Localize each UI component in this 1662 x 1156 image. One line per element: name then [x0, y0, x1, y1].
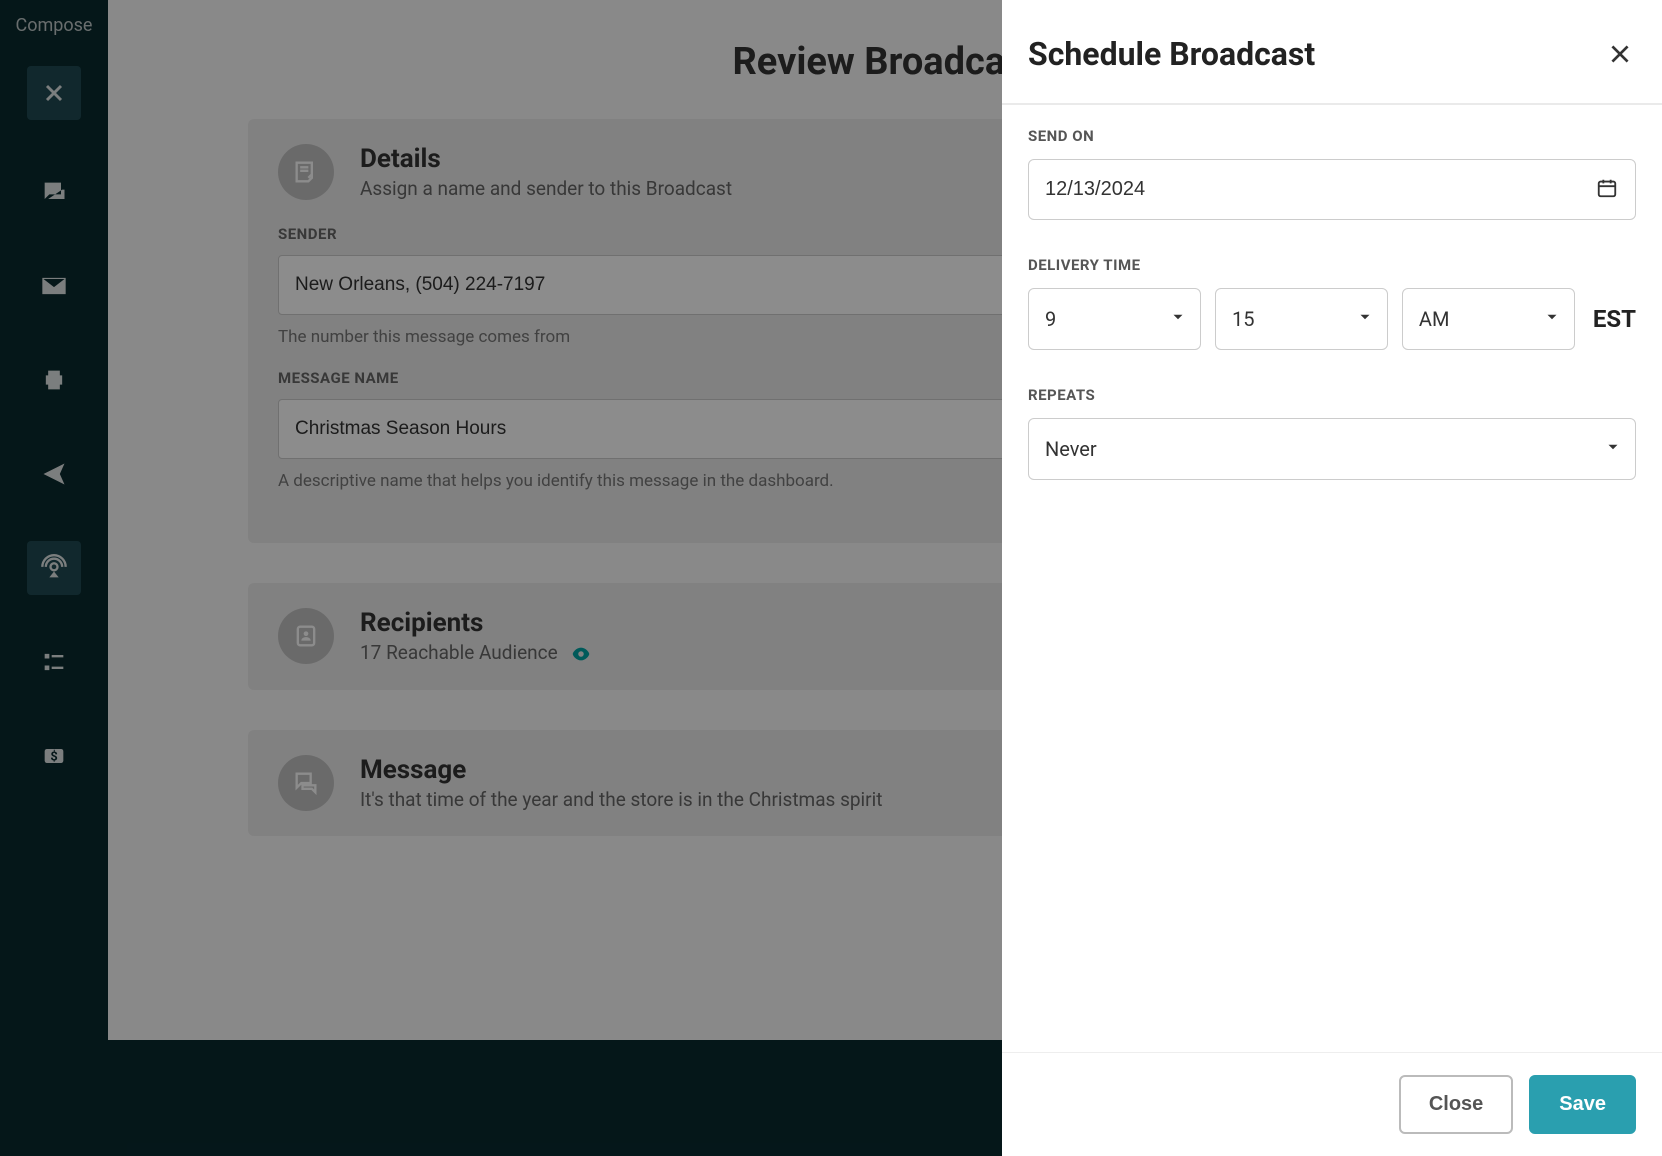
schedule-modal: Schedule Broadcast SEND ON DELIVERY TIME…	[1002, 0, 1662, 1156]
modal-title: Schedule Broadcast	[1028, 35, 1315, 73]
hour-value: 9	[1028, 288, 1201, 350]
send-on-label: SEND ON	[1028, 127, 1636, 145]
delivery-time-label: DELIVERY TIME	[1028, 256, 1636, 274]
ampm-value: AM	[1402, 288, 1575, 350]
calendar-picker-button[interactable]	[1596, 177, 1618, 203]
send-on-input[interactable]	[1028, 159, 1636, 220]
save-button[interactable]: Save	[1529, 1075, 1636, 1134]
modal-close-button[interactable]	[1604, 38, 1636, 70]
timezone-label: EST	[1589, 305, 1636, 333]
close-button[interactable]: Close	[1399, 1075, 1513, 1134]
minute-select[interactable]: 15	[1215, 288, 1388, 350]
minute-value: 15	[1215, 288, 1388, 350]
close-icon	[1607, 41, 1633, 67]
hour-select[interactable]: 9	[1028, 288, 1201, 350]
repeats-value: Never	[1028, 418, 1636, 480]
calendar-icon	[1596, 177, 1618, 199]
repeats-select[interactable]: Never	[1028, 418, 1636, 480]
ampm-select[interactable]: AM	[1402, 288, 1575, 350]
repeats-label: REPEATS	[1028, 386, 1636, 404]
